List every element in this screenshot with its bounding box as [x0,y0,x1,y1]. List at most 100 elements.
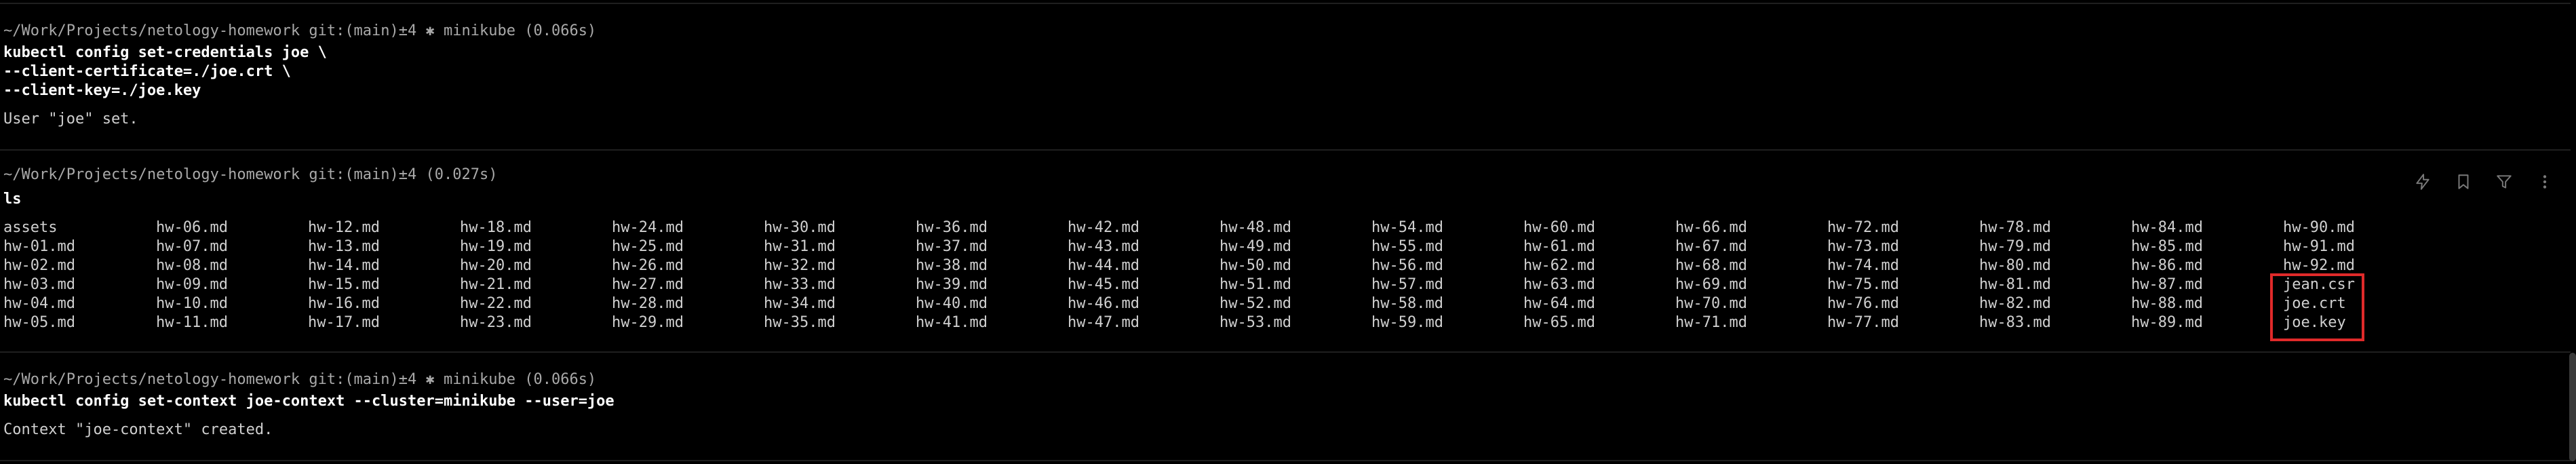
ls-entry: hw-40.md [916,295,988,312]
ls-entry: hw-85.md [2131,238,2203,255]
filter-icon[interactable] [2493,171,2515,193]
ls-entry: hw-62.md [1523,257,1595,274]
ls-entry: hw-74.md [1827,257,1899,274]
ls-entry: hw-66.md [1675,219,1747,236]
ls-entry: hw-81.md [1979,276,2051,293]
ls-entry: hw-24.md [612,219,684,236]
ls-entry: hw-07.md [156,238,228,255]
ls-entry: hw-73.md [1827,238,1899,255]
ls-entry: hw-27.md [612,276,684,293]
ls-entry: hw-53.md [1219,314,1291,331]
ls-entry: hw-04.md [3,295,75,312]
ls-entry: hw-78.md [1979,219,2051,236]
ls-entry: hw-44.md [1068,257,1139,274]
ls-entry: hw-46.md [1068,295,1139,312]
ls-entry: hw-79.md [1979,238,2051,255]
block-1-command-line-3: --client-key=./joe.key [3,82,201,99]
ls-entry: hw-56.md [1371,257,1443,274]
ls-entry: hw-30.md [764,219,836,236]
ls-entry: hw-32.md [764,257,836,274]
block-3-prompt: ~/Work/Projects/netology-homework git:(m… [3,371,597,388]
ls-entry: hw-33.md [764,276,836,293]
ls-entry: hw-06.md [156,219,228,236]
ls-entry: hw-41.md [916,314,988,331]
ls-entry: hw-36.md [916,219,988,236]
block-2-prompt: ~/Work/Projects/netology-homework git:(m… [3,166,498,183]
ls-entry: hw-50.md [1219,257,1291,274]
lightning-icon[interactable] [2412,171,2434,193]
ls-entry: hw-88.md [2131,295,2203,312]
ls-entry: hw-67.md [1675,238,1747,255]
ls-entry: hw-68.md [1675,257,1747,274]
ls-entry: hw-05.md [3,314,75,331]
ls-entry: hw-55.md [1371,238,1443,255]
ls-entry: hw-23.md [460,314,532,331]
ls-entry: hw-61.md [1523,238,1595,255]
ls-entry: hw-51.md [1219,276,1291,293]
ls-entry: hw-86.md [2131,257,2203,274]
ls-entry: hw-83.md [1979,314,2051,331]
ls-entry: hw-42.md [1068,219,1139,236]
ls-entry: hw-52.md [1219,295,1291,312]
ls-entry: hw-20.md [460,257,532,274]
ls-entry: hw-02.md [3,257,75,274]
ls-entry: hw-12.md [308,219,380,236]
ls-entry: hw-18.md [460,219,532,236]
ls-entry: hw-65.md [1523,314,1595,331]
ls-entry: hw-90.md [2283,219,2355,236]
ls-entry: hw-15.md [308,276,380,293]
ls-entry: hw-54.md [1371,219,1443,236]
ls-entry: hw-71.md [1675,314,1747,331]
ls-entry: hw-14.md [308,257,380,274]
ls-entry: assets [3,219,58,236]
block-divider [0,351,2571,353]
ls-entry: hw-35.md [764,314,836,331]
ls-entry: hw-87.md [2131,276,2203,293]
ls-entry: hw-58.md [1371,295,1443,312]
ls-entry: hw-37.md [916,238,988,255]
ls-entry: hw-45.md [1068,276,1139,293]
ls-entry: hw-09.md [156,276,228,293]
more-vertical-icon[interactable] [2534,171,2556,193]
ls-entry: hw-38.md [916,257,988,274]
block-divider [0,3,2571,4]
ls-entry: hw-80.md [1979,257,2051,274]
block-3-output: Context "joe-context" created. [3,421,273,438]
highlight-box [2270,273,2364,341]
ls-entry: hw-47.md [1068,314,1139,331]
bookmark-icon[interactable] [2453,171,2474,193]
ls-entry: hw-69.md [1675,276,1747,293]
block-toolbar [2412,170,2556,194]
ls-entry: hw-64.md [1523,295,1595,312]
ls-entry: hw-70.md [1675,295,1747,312]
ls-entry: hw-57.md [1371,276,1443,293]
ls-entry: hw-60.md [1523,219,1595,236]
ls-entry: hw-48.md [1219,219,1291,236]
ls-entry: hw-29.md [612,314,684,331]
scrollbar[interactable] [2569,353,2576,461]
ls-entry: hw-89.md [2131,314,2203,331]
block-1-command-line-1: kubectl config set-credentials joe \ [3,44,327,61]
ls-entry: hw-49.md [1219,238,1291,255]
ls-entry: hw-03.md [3,276,75,293]
ls-entry: hw-75.md [1827,276,1899,293]
ls-entry: hw-01.md [3,238,75,255]
block-2-command: ls [3,191,22,208]
ls-entry: hw-16.md [308,295,380,312]
ls-entry: hw-08.md [156,257,228,274]
ls-entry: hw-59.md [1371,314,1443,331]
ls-entry: hw-91.md [2283,238,2355,255]
ls-entry: hw-43.md [1068,238,1139,255]
block-1-command-line-2: --client-certificate=./joe.crt \ [3,63,291,80]
ls-entry: hw-92.md [2283,257,2355,274]
ls-entry: hw-34.md [764,295,836,312]
block-1-output: User "joe" set. [3,111,138,128]
terminal-window[interactable]: ~/Work/Projects/netology-homework git:(m… [0,0,2576,464]
ls-entry: hw-82.md [1979,295,2051,312]
block-divider [0,460,2571,461]
ls-entry: hw-25.md [612,238,684,255]
ls-entry: hw-10.md [156,295,228,312]
ls-entry: hw-77.md [1827,314,1899,331]
ls-entry: hw-39.md [916,276,988,293]
ls-entry: hw-76.md [1827,295,1899,312]
